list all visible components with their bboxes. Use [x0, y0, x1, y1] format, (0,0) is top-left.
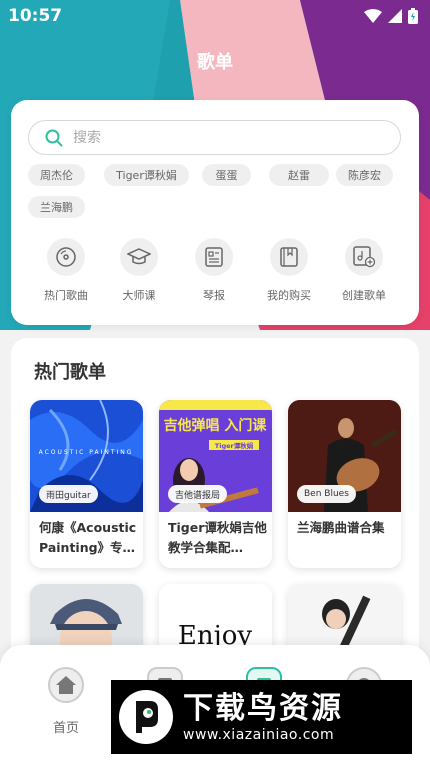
graduation-cap-icon — [127, 248, 151, 265]
search-bar[interactable] — [28, 120, 401, 155]
wifi-icon — [364, 9, 382, 23]
book-icon — [280, 247, 298, 267]
author-badge: Ben Blues — [297, 485, 356, 503]
watermark-title: 下载鸟资源 — [183, 691, 343, 726]
cover-title: ACOUSTIC PAINTING — [39, 449, 134, 456]
cover-subtitle: Tiger谭秋娟 — [215, 441, 254, 450]
watermark-url: www.xiazainiao.com — [183, 727, 335, 743]
music-disc-icon — [56, 247, 76, 267]
signal-icon — [388, 9, 402, 23]
status-time: 10:57 — [8, 6, 63, 26]
playlist-name: Tiger谭秋娟吉他教学合集配… — [168, 520, 267, 555]
tag-chip[interactable]: 蛋蛋 — [202, 164, 251, 186]
quick-link-master-class[interactable]: 大师课 — [104, 238, 174, 303]
search-icon — [45, 129, 63, 146]
tag-chip[interactable]: 兰海鹏 — [28, 196, 85, 218]
home-icon — [56, 676, 76, 694]
author-badge: 吉他谱报局 — [168, 485, 228, 503]
quick-link-hot-songs[interactable]: 热门歌曲 — [31, 238, 101, 303]
playlist-card[interactable]: ACOUSTIC PAINTING 雨田guitar 何康《Acoustic P… — [30, 400, 143, 568]
quick-link-news[interactable]: 琴报 — [179, 238, 249, 303]
watermark-logo — [119, 690, 173, 744]
bird-logo-icon — [136, 701, 158, 733]
search-card: 周杰伦 Tiger谭秋娟 蛋蛋 赵雷 陈彦宏 兰海鹏 热门歌曲 大师课 琴报 我… — [11, 100, 419, 325]
tag-chip[interactable]: 陈彦宏 — [336, 164, 393, 186]
tab-home[interactable]: 首页 — [36, 667, 96, 736]
quick-link-my-purchases[interactable]: 我的购买 — [254, 238, 324, 303]
playlist-name: 何康《Acoustic Painting》专… — [39, 520, 137, 555]
section-title: 热门歌单 — [34, 362, 106, 383]
battery-icon — [408, 8, 418, 24]
playlist-card[interactable]: Ben Blues 兰海鹏曲谱合集 — [288, 400, 401, 568]
tag-chip[interactable]: Tiger谭秋娟 — [104, 164, 189, 186]
cover-title: 吉他弹唱 入门课 — [164, 417, 268, 434]
add-playlist-icon — [353, 246, 375, 268]
playlist-name: 兰海鹏曲谱合集 — [297, 520, 385, 535]
quick-link-create-playlist[interactable]: 创建歌单 — [329, 238, 399, 303]
tag-chip[interactable]: 周杰伦 — [28, 164, 85, 186]
page-title: 歌单 — [197, 52, 233, 73]
watermark-overlay: 下载鸟资源 www.xiazainiao.com — [111, 680, 412, 754]
playlist-card[interactable]: 吉他弹唱 入门课 Tiger谭秋娟 吉他谱报局 Tiger谭秋娟吉他教学合集配… — [159, 400, 272, 568]
tag-chip[interactable]: 赵雷 — [269, 164, 329, 186]
author-badge: 雨田guitar — [39, 485, 98, 503]
newspaper-icon — [205, 247, 223, 267]
search-input[interactable] — [73, 129, 353, 146]
status-bar: 10:57 — [0, 0, 430, 32]
